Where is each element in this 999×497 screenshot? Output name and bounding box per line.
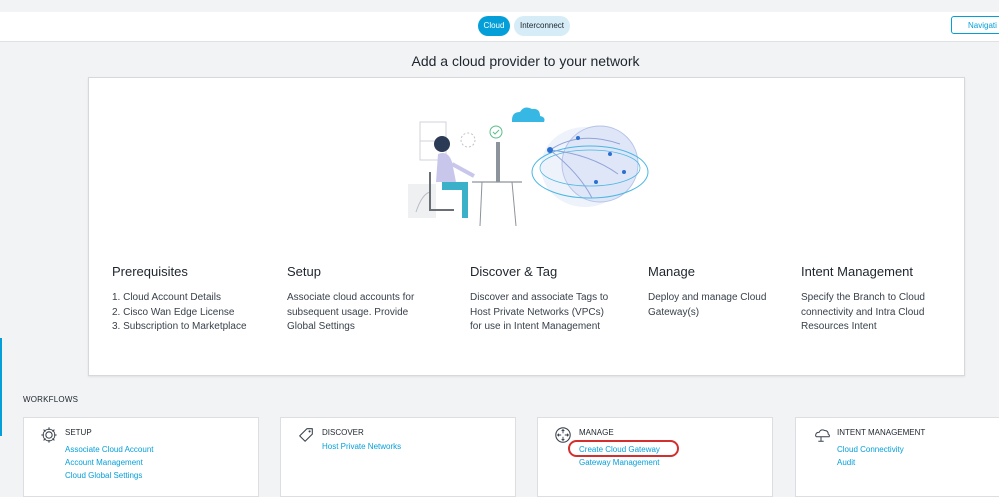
setup-description-line: Associate cloud accounts for (287, 292, 415, 303)
discover-description-line: Host Private Networks (VPCs) (470, 306, 604, 318)
discover-workflow-card: DISCOVER Host Private Networks (280, 417, 516, 497)
audit-link[interactable]: Audit (837, 458, 855, 467)
discover-heading: Discover & Tag (470, 264, 558, 279)
gateway-management-link[interactable]: Gateway Management (579, 458, 660, 467)
discover-card-title: DISCOVER (322, 428, 364, 437)
intent-management-card-title: INTENT MANAGEMENT (837, 428, 926, 437)
manage-description-line: Gateway(s) (648, 306, 700, 318)
cloud-connectivity-link[interactable]: Cloud Connectivity (837, 445, 904, 454)
prerequisites-column: Prerequisites 1. Cloud Account Details 2… (112, 264, 247, 335)
manage-card-title: MANAGE (579, 428, 614, 437)
intent-management-heading: Intent Management (801, 264, 914, 279)
navigation-button[interactable]: Navigati (951, 16, 999, 34)
tag-icon (299, 428, 313, 442)
discover-description-line: Discover and associate Tags to (470, 292, 609, 303)
host-private-networks-link[interactable]: Host Private Networks (322, 442, 401, 451)
cloud-global-settings-link[interactable]: Cloud Global Settings (65, 471, 142, 480)
prerequisite-item: 1. Cloud Account Details (112, 292, 221, 303)
manage-description-line: Deploy and manage Cloud (648, 292, 767, 303)
discover-column: Discover & Tag Discover and associate Ta… (470, 264, 608, 335)
setup-description-line: Global Settings (287, 321, 355, 332)
intent-description-line: Resources Intent (801, 321, 877, 332)
onboarding-panel: Prerequisites 1. Cloud Account Details 2… (88, 77, 965, 376)
tab-cloud[interactable]: Cloud (478, 16, 510, 36)
intent-management-column: Intent Management Specify the Branch to … (801, 264, 925, 335)
associate-cloud-account-link[interactable]: Associate Cloud Account (65, 445, 154, 454)
setup-column: Setup Associate cloud accounts for subse… (287, 264, 414, 335)
workflows-label: WORKFLOWS (23, 395, 79, 404)
setup-workflow-card: SETUP Associate Cloud Account Account Ma… (23, 417, 259, 497)
prerequisite-item: 2. Cisco Wan Edge License (112, 306, 235, 318)
manage-workflow-card: MANAGE Create Cloud Gateway Gateway Mana… (537, 417, 773, 497)
prerequisite-item: 3. Subscription to Marketplace (112, 321, 247, 332)
manage-column: Manage Deploy and manage Cloud Gateway(s… (648, 264, 766, 320)
intent-description-line: Specify the Branch to Cloud (801, 292, 925, 303)
setup-heading: Setup (287, 264, 321, 279)
intent-management-workflow-card: INTENT MANAGEMENT Cloud Connectivity Aud… (795, 417, 999, 497)
account-management-link[interactable]: Account Management (65, 458, 143, 467)
top-toolbar: Cloud Interconnect Navigati (0, 12, 999, 42)
gear-icon (41, 427, 57, 443)
prerequisites-heading: Prerequisites (112, 264, 188, 279)
cloud-network-icon (815, 429, 830, 442)
manage-heading: Manage (648, 264, 695, 279)
discover-description-line: for use in Intent Management (470, 321, 601, 332)
setup-description-line: subsequent usage. Provide (287, 306, 409, 318)
router-icon (555, 427, 571, 443)
cloud-onboarding-illustration (408, 107, 649, 227)
left-accent-bar (0, 338, 2, 436)
setup-card-title: SETUP (65, 428, 92, 437)
intent-description-line: connectivity and Intra Cloud (801, 306, 925, 318)
create-cloud-gateway-highlight (568, 440, 679, 457)
page-title: Add a cloud provider to your network (411, 53, 640, 69)
tab-interconnect[interactable]: Interconnect (514, 16, 570, 36)
